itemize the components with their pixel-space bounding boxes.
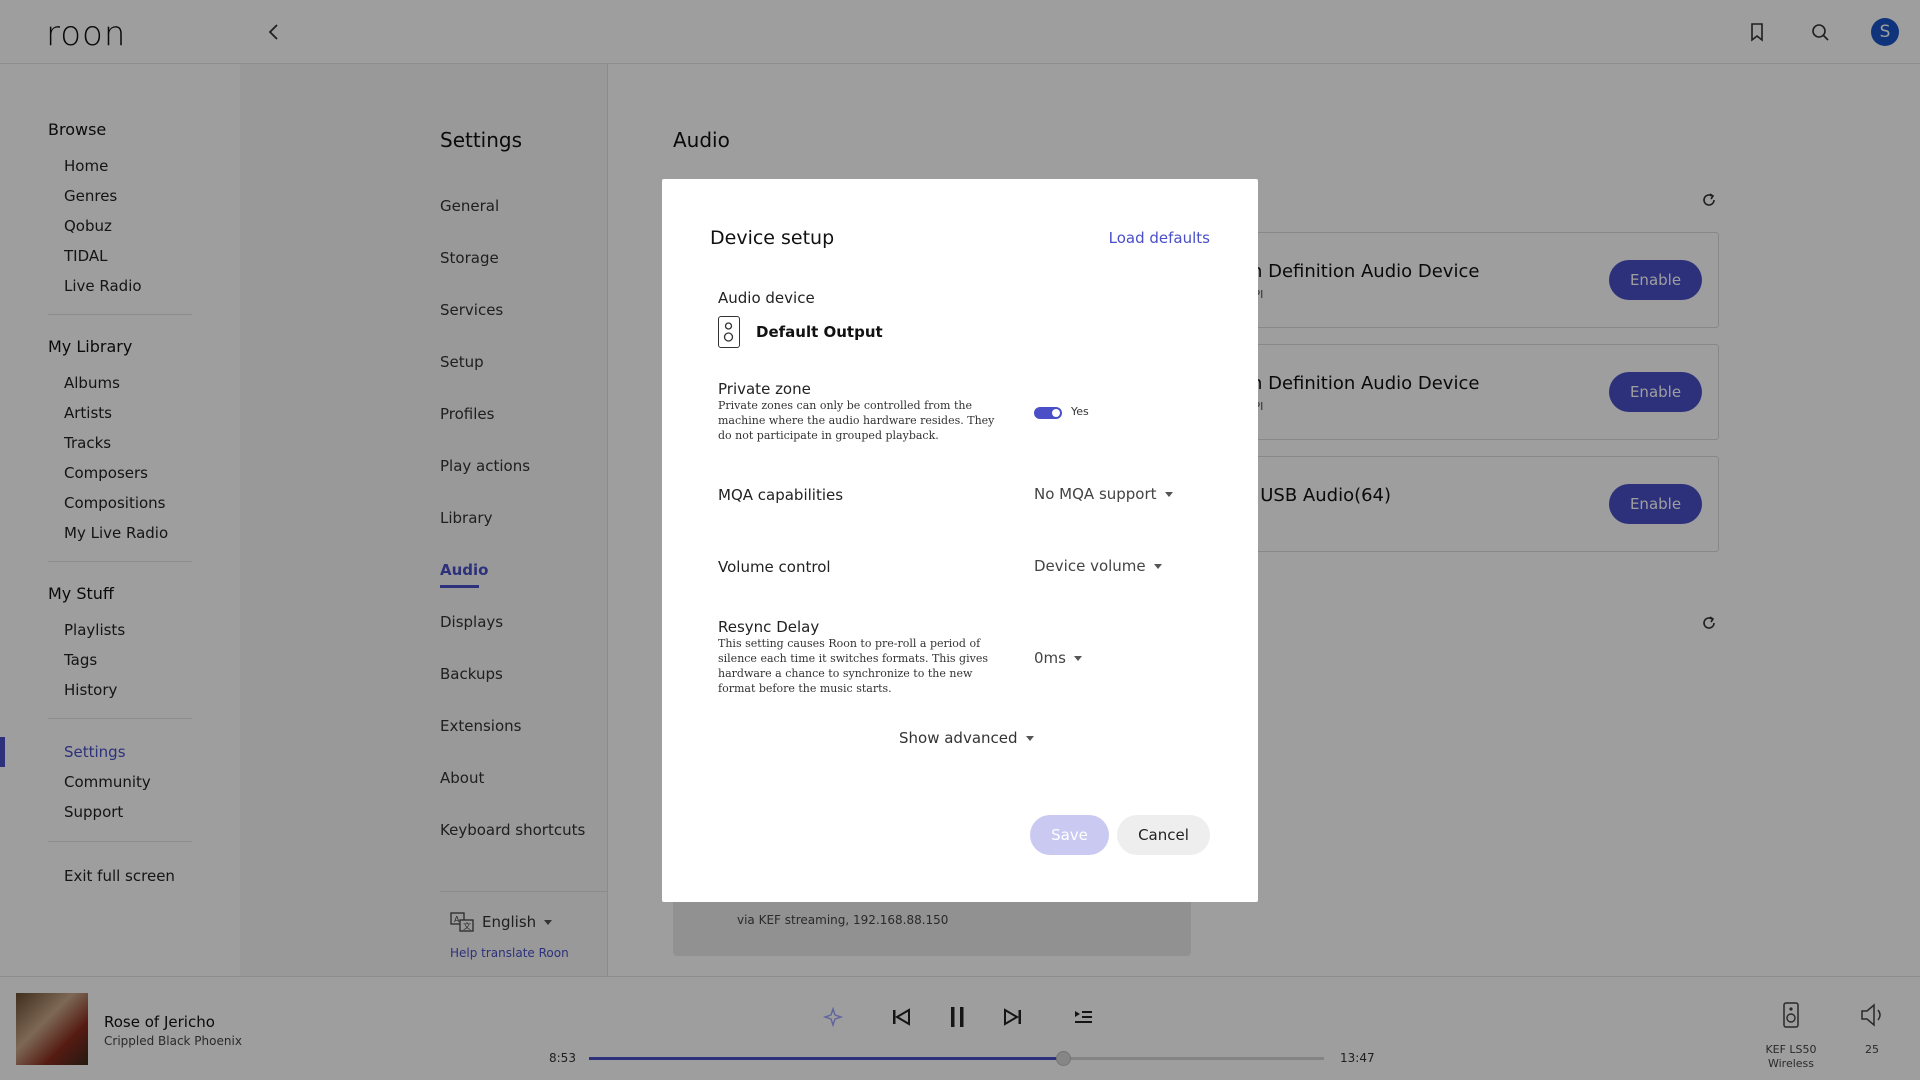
cancel-button[interactable]: Cancel bbox=[1117, 815, 1210, 855]
private-zone-value: Yes bbox=[1071, 405, 1089, 418]
chevron-down-icon bbox=[1025, 735, 1034, 741]
resync-delay-label: Resync Delay bbox=[718, 618, 820, 636]
chevron-down-icon bbox=[1153, 563, 1162, 569]
private-zone-label: Private zone bbox=[718, 380, 811, 398]
device-setup-dialog: Device setup Load defaults Audio device … bbox=[662, 179, 1258, 902]
volume-control-label: Volume control bbox=[718, 558, 831, 576]
private-zone-description: Private zones can only be controlled fro… bbox=[718, 399, 995, 442]
private-zone-toggle[interactable] bbox=[1034, 407, 1062, 419]
resync-delay-dropdown[interactable]: 0ms bbox=[1034, 649, 1082, 667]
show-advanced-label: Show advanced bbox=[899, 729, 1018, 747]
chevron-down-icon bbox=[1073, 655, 1082, 661]
speaker-icon bbox=[718, 316, 740, 348]
toggle-knob bbox=[1052, 409, 1060, 417]
dialog-title: Device setup bbox=[710, 227, 835, 249]
resync-delay-description: This setting causes Roon to pre-roll a p… bbox=[718, 637, 988, 695]
volume-control-value: Device volume bbox=[1034, 557, 1146, 575]
save-button[interactable]: Save bbox=[1030, 815, 1109, 855]
mqa-value: No MQA support bbox=[1034, 485, 1157, 503]
resync-delay-value: 0ms bbox=[1034, 649, 1066, 667]
audio-device-label: Audio device bbox=[718, 289, 815, 307]
show-advanced-toggle[interactable]: Show advanced bbox=[899, 729, 1034, 747]
audio-device-value: Default Output bbox=[756, 323, 883, 341]
chevron-down-icon bbox=[1164, 491, 1173, 497]
mqa-dropdown[interactable]: No MQA support bbox=[1034, 485, 1173, 503]
volume-control-dropdown[interactable]: Device volume bbox=[1034, 557, 1162, 575]
mqa-label: MQA capabilities bbox=[718, 486, 844, 504]
load-defaults-link[interactable]: Load defaults bbox=[1109, 229, 1210, 247]
